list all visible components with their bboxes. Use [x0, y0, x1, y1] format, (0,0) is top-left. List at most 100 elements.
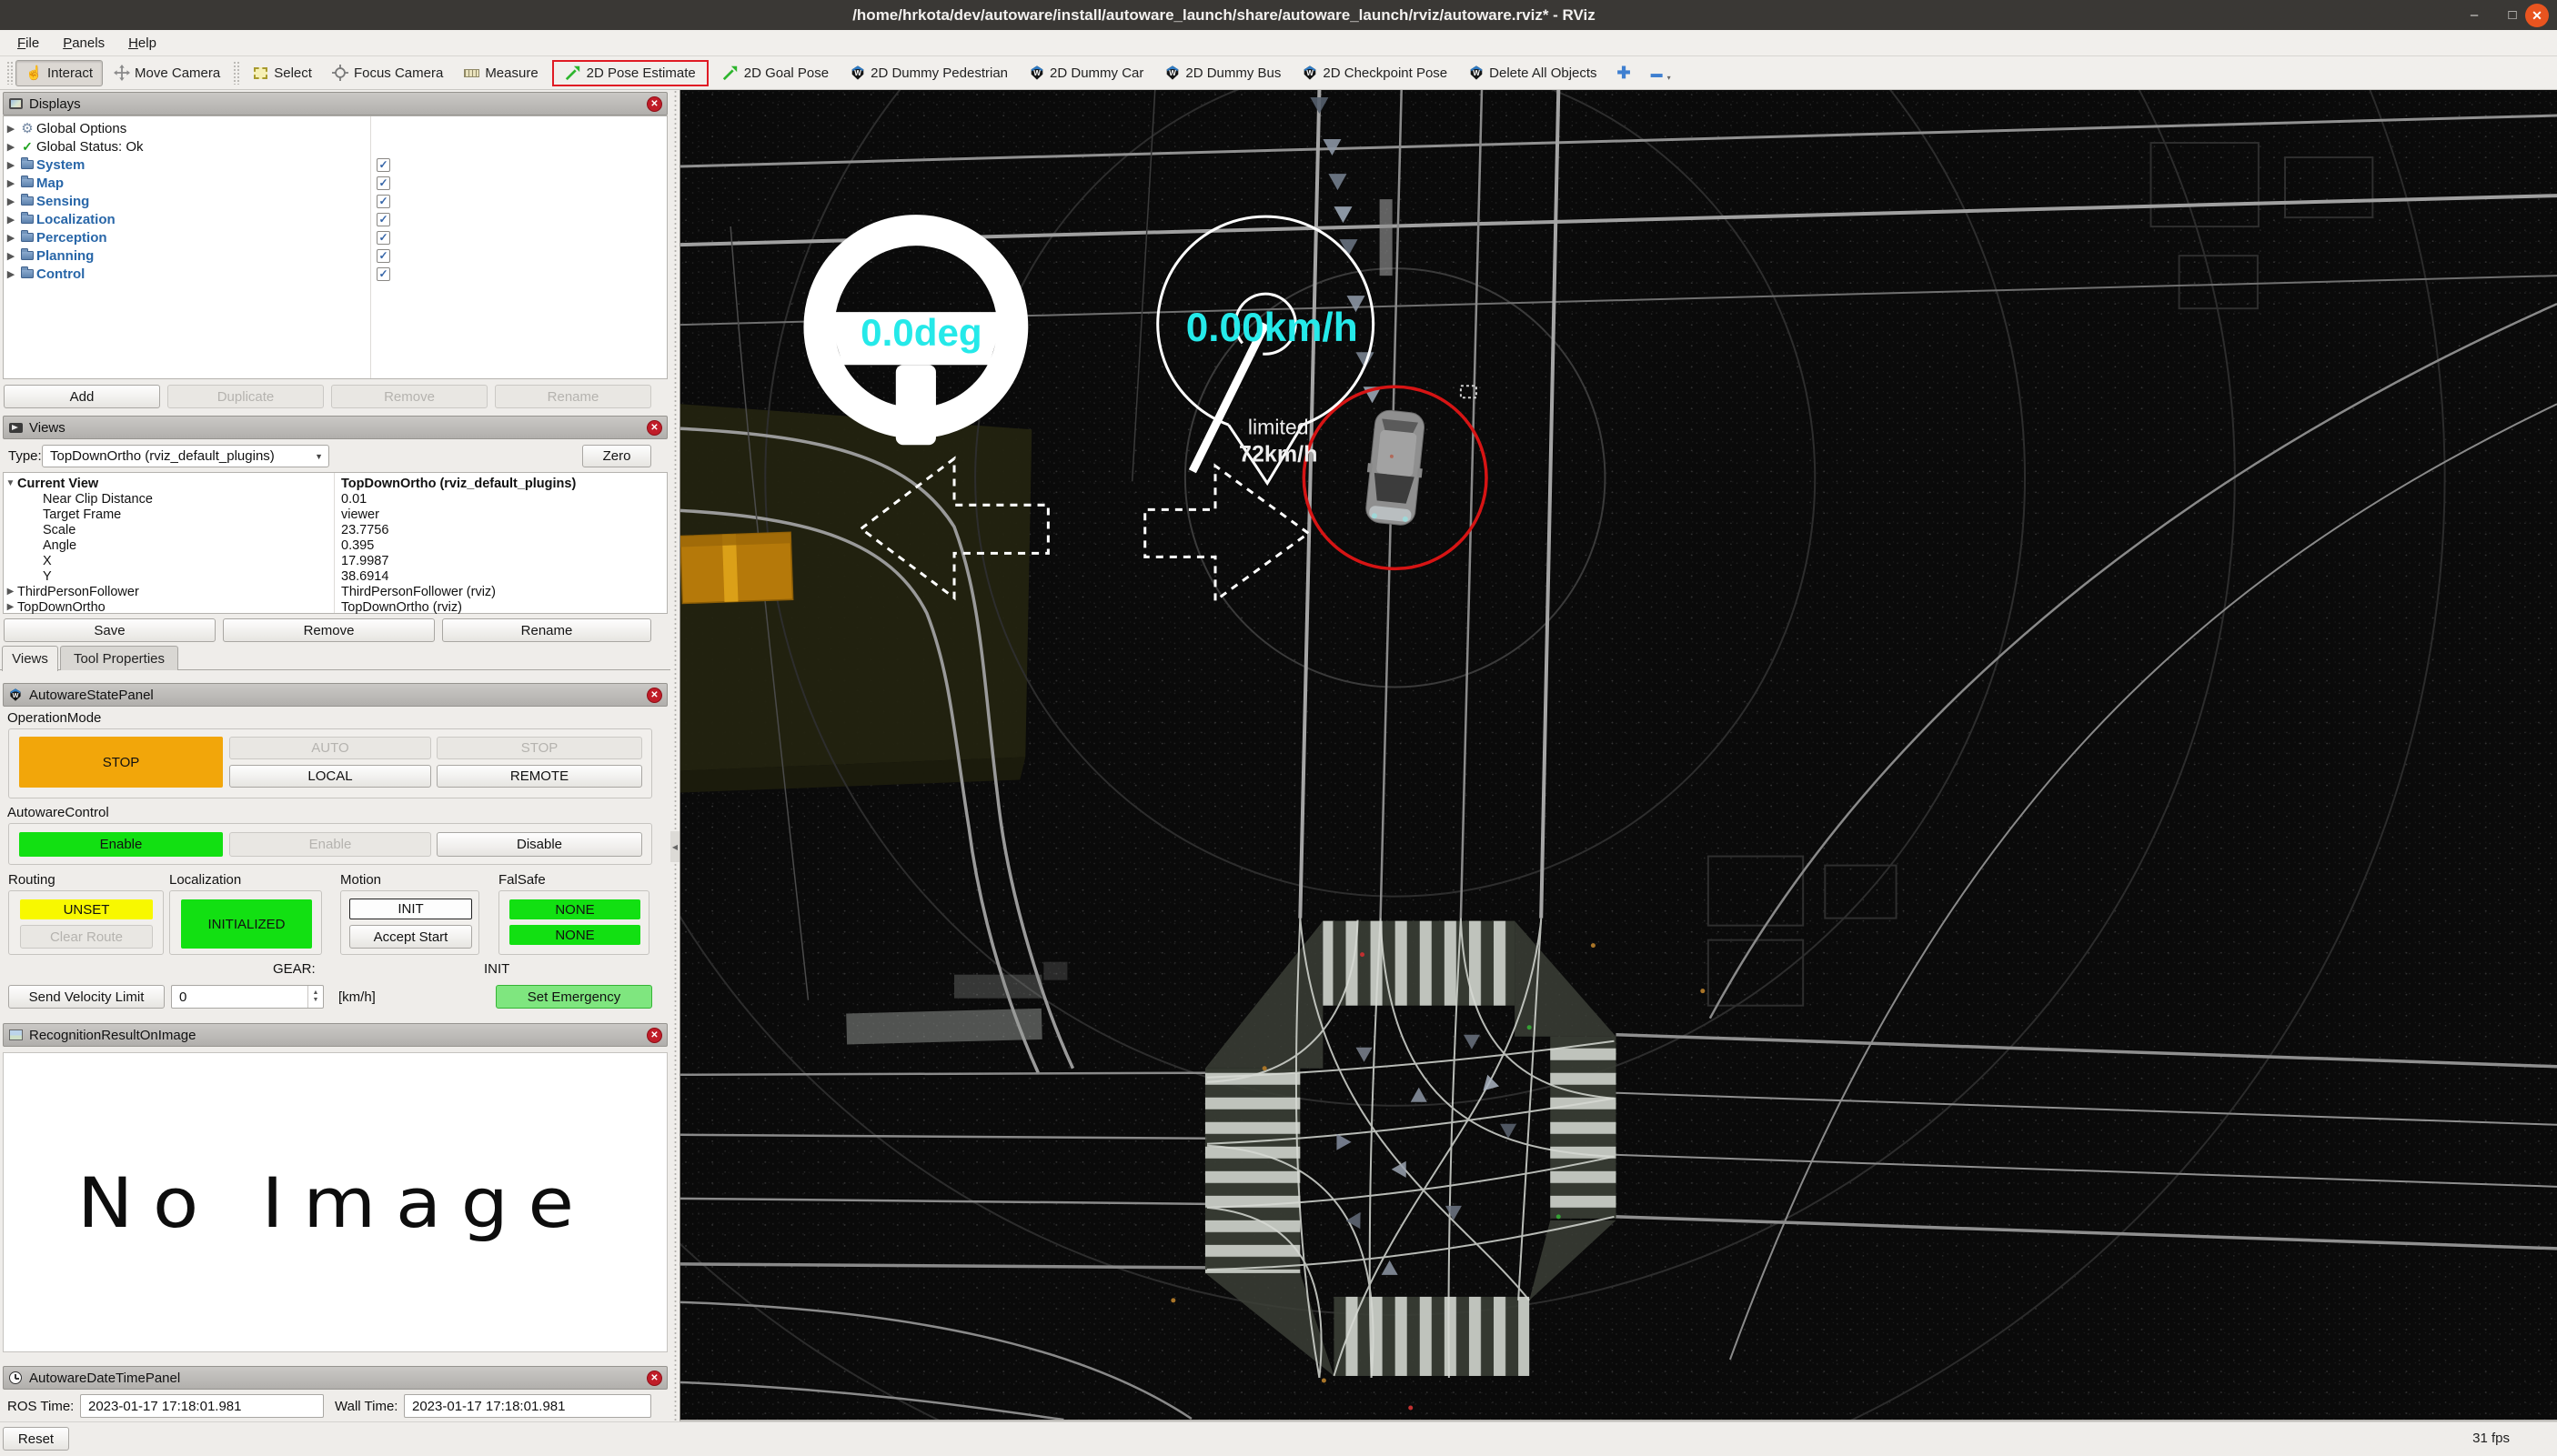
close-icon[interactable]: ✕ — [647, 687, 662, 703]
zero-button[interactable]: Zero — [582, 445, 651, 467]
checkbox-checked[interactable]: ✓ — [377, 212, 390, 226]
add-tool-button[interactable]: ✚ — [1607, 59, 1641, 87]
rename-display-button[interactable]: Rename — [495, 385, 651, 408]
clear-route-button[interactable]: Clear Route — [20, 925, 153, 949]
displays-panel-title: Displays — [29, 95, 81, 112]
tool-2d-checkpoint-pose[interactable]: W 2D Checkpoint Pose — [1291, 60, 1457, 86]
recognition-panel-header[interactable]: RecognitionResultOnImage ✕ — [3, 1023, 668, 1047]
property-row-current-view[interactable]: ▼ Current View TopDownOrtho (rviz_default_… — [4, 476, 667, 491]
autoware-logo-icon: W — [1028, 65, 1045, 82]
property-row-angle[interactable]: Angle 0.395 — [4, 537, 667, 553]
tool-2d-pose-estimate[interactable]: 2D Pose Estimate — [551, 59, 709, 86]
tool-2d-dummy-bus[interactable]: W 2D Dummy Bus — [1153, 60, 1291, 86]
tree-row-perception[interactable]: ▶ Perception ✓ — [4, 228, 667, 246]
close-icon[interactable]: ✕ — [647, 95, 662, 112]
control-enable-active-button[interactable]: Enable — [19, 832, 223, 857]
remove-display-button[interactable]: Remove — [331, 385, 488, 408]
tree-row-global-status[interactable]: ▶ ✓ Global Status: Ok — [4, 137, 667, 156]
tool-2d-dummy-car[interactable]: W 2D Dummy Car — [1018, 60, 1153, 86]
wall-time-field[interactable]: 2023-01-17 17:18:01.981 — [404, 1394, 651, 1418]
property-row-x[interactable]: X 17.9987 — [4, 553, 667, 568]
view-type-combobox[interactable]: TopDownOrtho (rviz_default_plugins) ▼ — [42, 445, 329, 467]
tree-row-map[interactable]: ▶ Map ✓ — [4, 174, 667, 192]
close-icon[interactable]: ✕ — [647, 419, 662, 436]
autoware-state-panel-header[interactable]: W AutowareStatePanel ✕ — [3, 683, 668, 707]
clock-icon — [8, 1371, 23, 1384]
toolbar-grip[interactable] — [6, 61, 13, 85]
folder-icon — [21, 266, 34, 278]
remote-mode-button[interactable]: REMOTE — [437, 765, 642, 788]
tree-row-planning[interactable]: ▶ Planning ✓ — [4, 246, 667, 265]
panel-splitter[interactable]: ◀ — [670, 90, 680, 1421]
title-bar[interactable]: /home/hrkota/dev/autoware/install/autowa… — [0, 0, 2557, 30]
views-property-table[interactable]: ▼ Current View TopDownOrtho (rviz_default_… — [3, 472, 668, 615]
autoware-logo-icon: W — [8, 688, 23, 701]
local-mode-button[interactable]: LOCAL — [229, 765, 431, 788]
checkbox-checked[interactable]: ✓ — [377, 194, 390, 208]
property-row-y[interactable]: Y 38.6914 — [4, 568, 667, 584]
remove-tool-button[interactable]: ▬ ▾ — [1641, 60, 1681, 86]
3d-viewport[interactable]: 0.0deg 0.00km/h limited 72km/h — [680, 90, 2557, 1421]
reset-button[interactable]: Reset — [3, 1427, 69, 1451]
tree-row-global-options[interactable]: ▶ ⚙ Global Options — [4, 119, 667, 137]
tool-select[interactable]: Select — [242, 60, 322, 86]
kmh-unit-label: [km/h] — [338, 989, 376, 1005]
monitor-icon — [8, 97, 23, 110]
checkbox-checked[interactable]: ✓ — [377, 248, 390, 263]
menu-help[interactable]: Help — [116, 33, 168, 54]
property-row-near-clip[interactable]: Near Clip Distance 0.01 — [4, 491, 667, 507]
menu-panels[interactable]: Panels — [51, 33, 116, 54]
tab-views[interactable]: Views — [2, 646, 58, 671]
tab-tool-properties[interactable]: Tool Properties — [60, 646, 178, 670]
tree-row-system[interactable]: ▶ System ✓ — [4, 156, 667, 174]
stop-mode-button[interactable]: STOP — [19, 737, 223, 788]
auto-mode-button[interactable]: AUTO — [229, 737, 431, 759]
tree-row-sensing[interactable]: ▶ Sensing ✓ — [4, 192, 667, 210]
property-row-scale[interactable]: Scale 23.7756 — [4, 522, 667, 537]
close-button[interactable]: ✕ — [2525, 4, 2549, 27]
rename-view-button[interactable]: Rename — [442, 618, 651, 642]
displays-panel-header[interactable]: Displays ✕ — [3, 92, 668, 115]
close-icon[interactable]: ✕ — [647, 1027, 662, 1043]
tool-2d-goal-pose[interactable]: 2D Goal Pose — [712, 60, 839, 86]
minimize-button[interactable]: – — [2456, 0, 2492, 30]
collapse-left-icon[interactable]: ◀ — [670, 831, 680, 862]
set-emergency-button[interactable]: Set Emergency — [496, 985, 652, 1009]
ros-time-field[interactable]: 2023-01-17 17:18:01.981 — [80, 1394, 324, 1418]
accept-start-button[interactable]: Accept Start — [349, 925, 472, 949]
property-row-third-person[interactable]: ▶ ThirdPersonFollower ThirdPersonFollower … — [4, 584, 667, 599]
svg-text:W: W — [1033, 69, 1041, 77]
save-view-button[interactable]: Save — [4, 618, 216, 642]
rviz-scene: 0.0deg 0.00km/h limited 72km/h — [680, 90, 2557, 1420]
remove-view-button[interactable]: Remove — [223, 618, 435, 642]
stop-disabled-button[interactable]: STOP — [437, 737, 642, 759]
tool-focus-camera[interactable]: Focus Camera — [322, 60, 453, 86]
tool-interact[interactable]: ☝ Interact — [15, 59, 104, 86]
menu-file[interactable]: File — [5, 33, 51, 54]
property-row-target-frame[interactable]: Target Frame viewer — [4, 507, 667, 522]
spinner-arrows-icon[interactable]: ▲ ▼ — [307, 986, 323, 1008]
close-icon[interactable]: ✕ — [647, 1370, 662, 1386]
checkbox-checked[interactable]: ✓ — [377, 176, 390, 190]
tool-2d-dummy-pedestrian[interactable]: W 2D Dummy Pedestrian — [839, 60, 1018, 86]
tree-row-control[interactable]: ▶ Control ✓ — [4, 265, 667, 283]
views-panel-header[interactable]: Views ✕ — [3, 416, 668, 439]
control-enable-disabled-button[interactable]: Enable — [229, 832, 431, 857]
tool-delete-all-objects[interactable]: W Delete All Objects — [1457, 60, 1606, 86]
tree-row-localization[interactable]: ▶ Localization ✓ — [4, 210, 667, 228]
velocity-limit-spinbox[interactable]: 0 ▲ ▼ — [171, 985, 324, 1009]
send-velocity-limit-button[interactable]: Send Velocity Limit — [8, 985, 165, 1009]
checkbox-checked[interactable]: ✓ — [377, 266, 390, 281]
tool-measure[interactable]: Measure — [453, 60, 548, 86]
duplicate-display-button[interactable]: Duplicate — [167, 385, 324, 408]
add-display-button[interactable]: Add — [4, 385, 160, 408]
property-row-topdownortho[interactable]: ▶ TopDownOrtho TopDownOrtho (rviz) — [4, 599, 667, 615]
checkbox-checked[interactable]: ✓ — [377, 230, 390, 245]
folder-icon — [21, 212, 34, 224]
control-disable-button[interactable]: Disable — [437, 832, 642, 857]
displays-tree[interactable]: ▶ ⚙ Global Options ▶ ✓ Global Status: Ok ▶… — [3, 115, 668, 379]
checkbox-checked[interactable]: ✓ — [377, 157, 390, 172]
chevron-down-icon: ▼ — [315, 451, 323, 461]
datetime-panel-header[interactable]: AutowareDateTimePanel ✕ — [3, 1366, 668, 1390]
tool-move-camera[interactable]: Move Camera — [103, 60, 230, 86]
